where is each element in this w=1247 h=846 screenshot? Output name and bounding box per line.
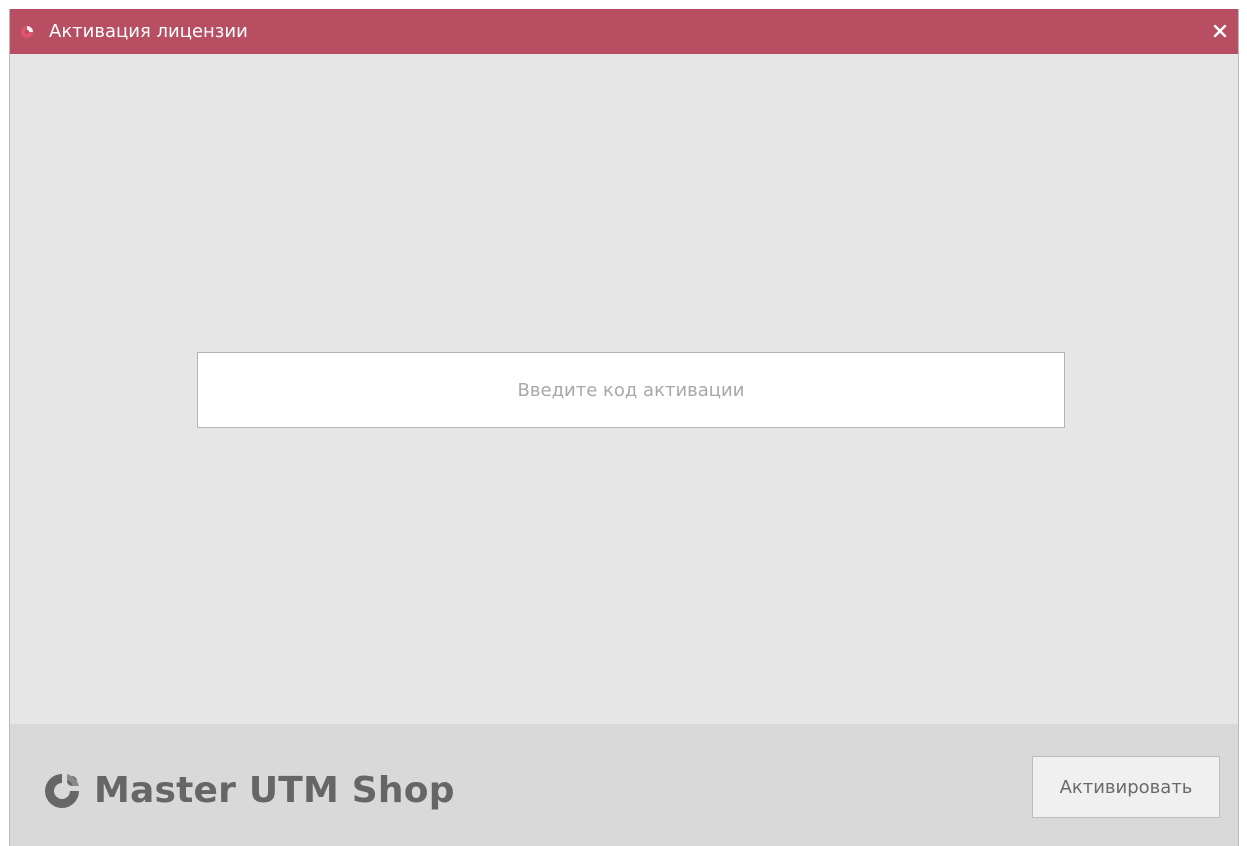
window-title: Активация лицензии	[49, 21, 248, 42]
app-logo-icon	[20, 25, 34, 39]
brand: Master UTM Shop	[42, 770, 455, 811]
close-button[interactable]	[1210, 21, 1230, 41]
close-icon	[1213, 24, 1227, 38]
dialog-footer: Master UTM Shop Активировать	[10, 724, 1238, 846]
license-activation-window: Активация лицензии Master UTM Shop Актив…	[9, 9, 1239, 846]
brand-logo-icon	[42, 771, 82, 811]
brand-name: Master UTM Shop	[94, 770, 455, 811]
title-bar[interactable]: Активация лицензии	[10, 9, 1238, 54]
activation-code-input[interactable]	[197, 352, 1065, 428]
activate-button[interactable]: Активировать	[1032, 756, 1220, 818]
dialog-content	[10, 54, 1238, 724]
